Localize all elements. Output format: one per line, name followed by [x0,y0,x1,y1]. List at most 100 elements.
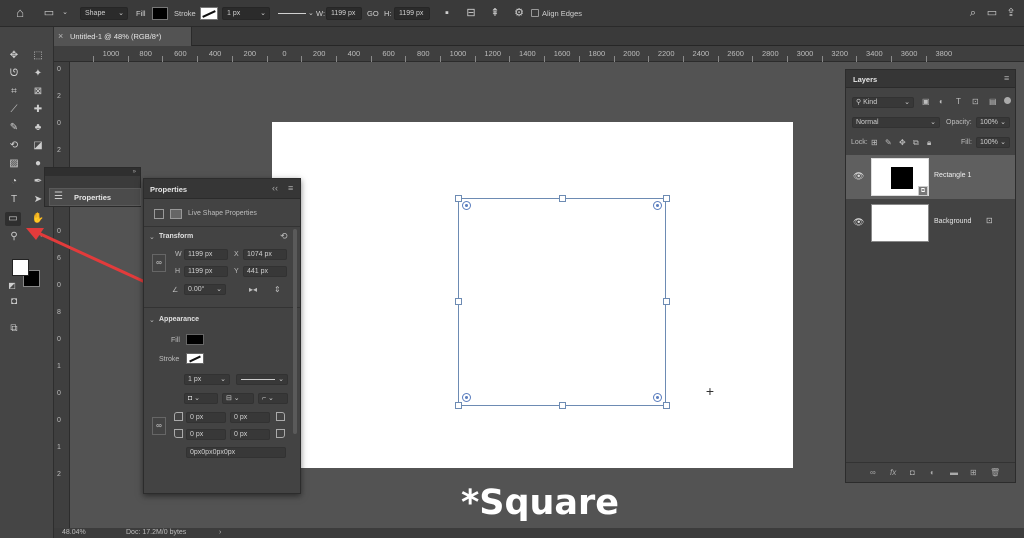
corner-radius-widget[interactable] [462,393,471,402]
link-dimensions-label[interactable]: GO [367,7,379,20]
frame-tool-icon[interactable]: ⊠ [30,85,46,99]
filter-pixel-icon[interactable]: ▣ [922,97,930,106]
filter-smart-icon[interactable]: ▤ [989,97,997,106]
transform-handle[interactable] [663,402,670,409]
shape-tool-preset-icon[interactable]: ▭ [42,6,56,20]
quick-mask-icon[interactable]: ◘ [6,295,22,309]
transform-handle[interactable] [455,298,462,305]
width-field[interactable]: 1199 px [184,249,228,260]
clone-stamp-tool-icon[interactable]: ♣ [30,121,46,135]
collapse-icon[interactable]: ‹‹ [272,183,278,193]
stroke-swatch[interactable] [200,7,218,20]
stroke-align-select[interactable]: ◘ ⌄ [184,393,218,404]
layer-fill-field[interactable]: 100% ⌄ [976,137,1010,148]
lasso-tool-icon[interactable]: ᘎ [6,67,22,81]
rectangle-tool-icon[interactable]: ▭ [5,212,21,226]
tool-mode-select[interactable]: Shape ⌄ [80,7,128,20]
visibility-eye-icon[interactable]: 👁︎ [853,217,864,228]
healing-brush-tool-icon[interactable]: ✚ [30,103,46,117]
blend-mode-select[interactable]: Normal ⌄ [852,117,940,128]
corner-radius-widget[interactable] [653,393,662,402]
fill-swatch[interactable] [186,334,204,345]
transform-handle[interactable] [559,195,566,202]
chevron-down-icon[interactable]: ⌄ [149,233,155,241]
transform-handle[interactable] [455,195,462,202]
document-tab[interactable]: × Untitled-1 @ 48% (RGB/8*) [54,27,192,46]
filter-adjustment-icon[interactable]: ◐ [939,97,944,106]
corner-radius-widget[interactable] [653,201,662,210]
transform-handle[interactable] [559,402,566,409]
add-mask-icon[interactable]: ◘ [910,468,915,477]
default-colors-icon[interactable]: ◩ [4,279,20,293]
rectangle-shape[interactable] [458,198,666,406]
lock-all-icon[interactable]: 🔒︎ [927,138,931,148]
stroke-width-field[interactable]: 1 px ⌄ [184,374,230,385]
layer-name[interactable]: Rectangle 1 [934,172,971,179]
new-layer-icon[interactable]: ⊞ [970,468,977,477]
layers-title[interactable]: Layers [853,75,877,84]
workspace-icon[interactable]: ▭ [985,6,999,20]
layer-row[interactable]: 👁︎ ⧉ Rectangle 1 [846,155,1015,199]
corner-br-field[interactable]: 0 px [230,429,270,440]
collapse-arrows-icon[interactable]: » [45,168,140,176]
panel-menu-icon[interactable]: ≡ [288,183,293,193]
marquee-tool-icon[interactable]: ⬚ [30,49,46,63]
layer-row[interactable]: 👁︎ Background ⊡ [846,201,1015,245]
transform-handle[interactable] [663,195,670,202]
home-icon[interactable]: ⌂ [13,6,27,20]
width-field[interactable]: 1199 px [326,7,362,20]
stroke-caps-select[interactable]: ⊟ ⌄ [222,393,254,404]
chevron-down-icon[interactable]: ⌄ [308,7,314,20]
lock-artboard-icon[interactable]: ⧉ [913,138,919,148]
filter-shape-icon[interactable]: ⊡ [972,97,979,106]
stroke-swatch[interactable] [186,353,204,364]
eyedropper-tool-icon[interactable]: ⟋ [6,103,22,117]
share-icon[interactable]: ⇪ [1004,6,1018,20]
corner-bl-field[interactable]: 0 px [186,429,226,440]
history-brush-tool-icon[interactable]: ⟲ [6,139,22,153]
dodge-tool-icon[interactable]: ◔ [6,175,22,189]
opacity-field[interactable]: 100% ⌄ [976,117,1010,128]
layer-filter-select[interactable]: ⚲ Kind ⌄ [852,97,914,108]
panel-menu-icon[interactable]: ≡ [1004,73,1009,83]
search-icon[interactable]: ⌕ [966,6,980,20]
corners-summary-field[interactable]: 0px0px0px0px [186,447,286,458]
gear-icon[interactable]: ⚙ [512,6,526,20]
zoom-level[interactable]: 48.04% [62,528,86,538]
type-tool-icon[interactable]: T [6,193,22,207]
x-field[interactable]: 1074 px [243,249,287,260]
eraser-tool-icon[interactable]: ◪ [30,139,46,153]
chevron-down-icon[interactable]: ⌄ [149,316,155,324]
panel-scrollbar[interactable] [293,229,297,434]
move-tool-icon[interactable]: ✥ [6,49,22,63]
chevron-right-icon[interactable]: › [219,528,221,538]
path-alignment-icon[interactable]: ⊟ [464,6,478,20]
transform-handle[interactable] [663,298,670,305]
transform-handle[interactable] [455,402,462,409]
adjustment-layer-icon[interactable]: ◐ [930,468,935,477]
stroke-type-line[interactable] [278,13,306,14]
angle-field[interactable]: 0.00° ⌄ [184,284,226,295]
stroke-type-select[interactable]: ⌄ [236,374,288,385]
reset-icon[interactable]: ⟲ [280,231,288,242]
corner-tl-field[interactable]: 0 px [186,412,226,423]
magic-wand-tool-icon[interactable]: ✦ [30,67,46,81]
height-field[interactable]: 1199 px [394,7,430,20]
brush-tool-icon[interactable]: ✎ [6,121,22,135]
lock-position-icon[interactable]: ✥ [899,138,906,147]
height-field[interactable]: 1199 px [184,266,228,277]
gradient-tool-icon[interactable]: ▨ [6,157,22,171]
link-corners-icon[interactable]: ∞ [152,417,166,435]
lock-pixels-icon[interactable]: ✎ [885,138,892,147]
flip-vertical-icon[interactable]: ⇕ [274,285,281,294]
delete-layer-icon[interactable]: 🗑︎ [990,468,1000,477]
link-icon[interactable]: ∞ [152,254,166,272]
layer-name[interactable]: Background [934,218,971,225]
properties-panel-button[interactable]: ☰ Properties [49,188,141,206]
corner-tr-field[interactable]: 0 px [230,412,270,423]
align-edges-checkbox[interactable] [531,9,539,17]
visibility-eye-icon[interactable]: 👁︎ [853,171,864,182]
corner-radius-widget[interactable] [462,201,471,210]
path-arrangement-icon[interactable]: ⇞ [488,6,502,20]
new-group-icon[interactable]: ▬ [950,468,958,477]
